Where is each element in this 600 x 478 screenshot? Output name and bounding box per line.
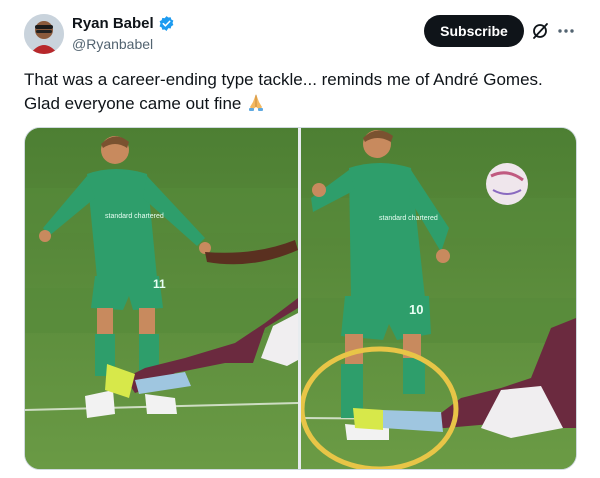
media-image[interactable]: standard chartered 11 standard chartered…	[24, 127, 577, 470]
tweet-text: That was a career-ending type tackle... …	[24, 68, 584, 116]
tweet-card: Ryan Babel @Ryanbabel Subscribe That was…	[0, 0, 600, 478]
right-photo-panel: standard chartered 10	[299, 128, 576, 469]
subscribe-button[interactable]: Subscribe	[424, 15, 524, 47]
left-photo-panel: standard chartered 11	[25, 128, 299, 469]
right-kit-sponsor: standard chartered	[379, 215, 438, 222]
verified-badge-icon	[158, 15, 175, 32]
tweet-text-line1: That was a career-ending type tackle... …	[24, 70, 543, 89]
right-kit-number: 10	[409, 302, 423, 317]
more-options-icon[interactable]	[556, 21, 576, 41]
left-kit-sponsor: standard chartered	[105, 213, 164, 220]
avatar[interactable]	[24, 14, 64, 54]
grok-icon[interactable]	[530, 21, 550, 41]
left-kit-number: 11	[153, 277, 166, 291]
user-handle[interactable]: @Ryanbabel	[72, 36, 153, 52]
display-name[interactable]: Ryan Babel	[72, 15, 154, 32]
tweet-text-line2: Glad everyone came out fine	[24, 94, 242, 113]
folded-hands-emoji-icon	[246, 92, 266, 112]
